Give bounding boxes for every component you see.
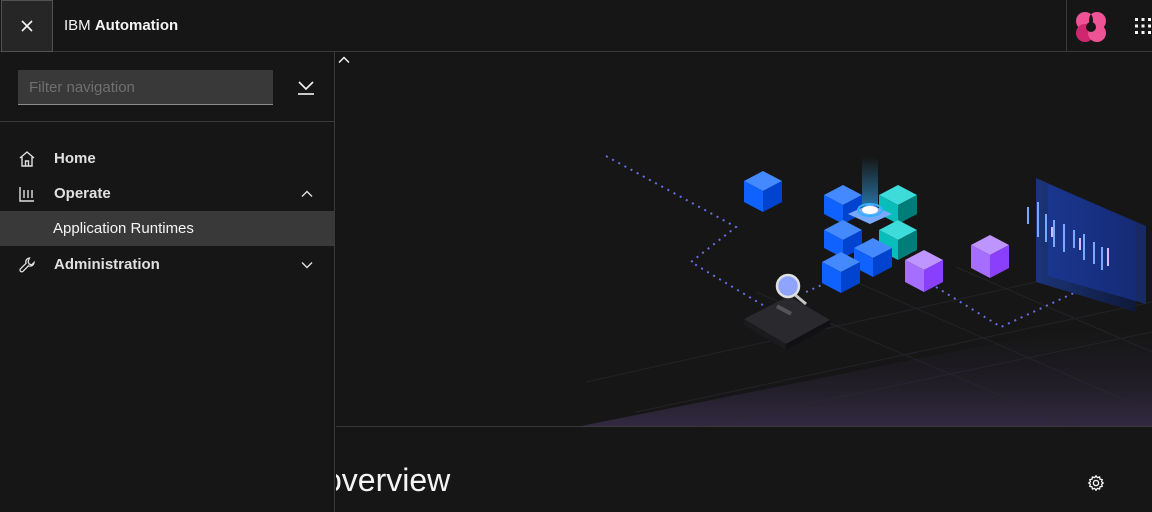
sidebar-item-label: Operate xyxy=(54,185,111,202)
filter-row xyxy=(0,52,335,122)
sidebar-item-label: Home xyxy=(54,150,96,167)
page-title: overview xyxy=(336,462,451,498)
sidebar-item-label: Administration xyxy=(54,256,160,273)
brand-prefix: IBM xyxy=(64,17,91,34)
header-divider xyxy=(1066,0,1067,51)
chevron-down-icon xyxy=(301,262,313,269)
side-navigation: Home Operate Application Runtimes Admini… xyxy=(0,52,335,512)
brand-product: Automation xyxy=(94,17,179,34)
sidebar-item-application-runtimes[interactable]: Application Runtimes xyxy=(0,211,335,246)
home-icon xyxy=(19,151,35,167)
chevron-up-icon xyxy=(301,190,313,197)
top-header: IBM Automation xyxy=(0,0,1152,52)
sidebar-item-administration[interactable]: Administration xyxy=(0,247,335,282)
hero-collapse-button[interactable] xyxy=(336,52,352,68)
close-nav-button[interactable] xyxy=(1,0,53,52)
cube-blue-single xyxy=(744,171,782,212)
wrench-icon xyxy=(19,257,35,273)
app-switcher-icon[interactable] xyxy=(1133,16,1152,36)
data-panel xyxy=(1027,178,1146,312)
close-icon xyxy=(21,20,33,32)
collapse-all-icon[interactable] xyxy=(296,79,316,97)
page-title-container: overview xyxy=(336,455,536,505)
sidebar-item-operate[interactable]: Operate xyxy=(0,176,335,211)
filter-navigation-input[interactable] xyxy=(18,70,273,105)
dashboard-icon xyxy=(19,187,34,202)
sidebar-item-home[interactable]: Home xyxy=(0,141,335,176)
automation-illustration xyxy=(581,155,1152,426)
hero-banner xyxy=(336,52,1152,427)
sidebar-item-label: Application Runtimes xyxy=(53,220,194,237)
user-avatar-icon[interactable] xyxy=(1073,8,1109,44)
brand-name[interactable]: IBM Automation xyxy=(64,0,178,52)
settings-icon[interactable] xyxy=(1087,474,1105,492)
